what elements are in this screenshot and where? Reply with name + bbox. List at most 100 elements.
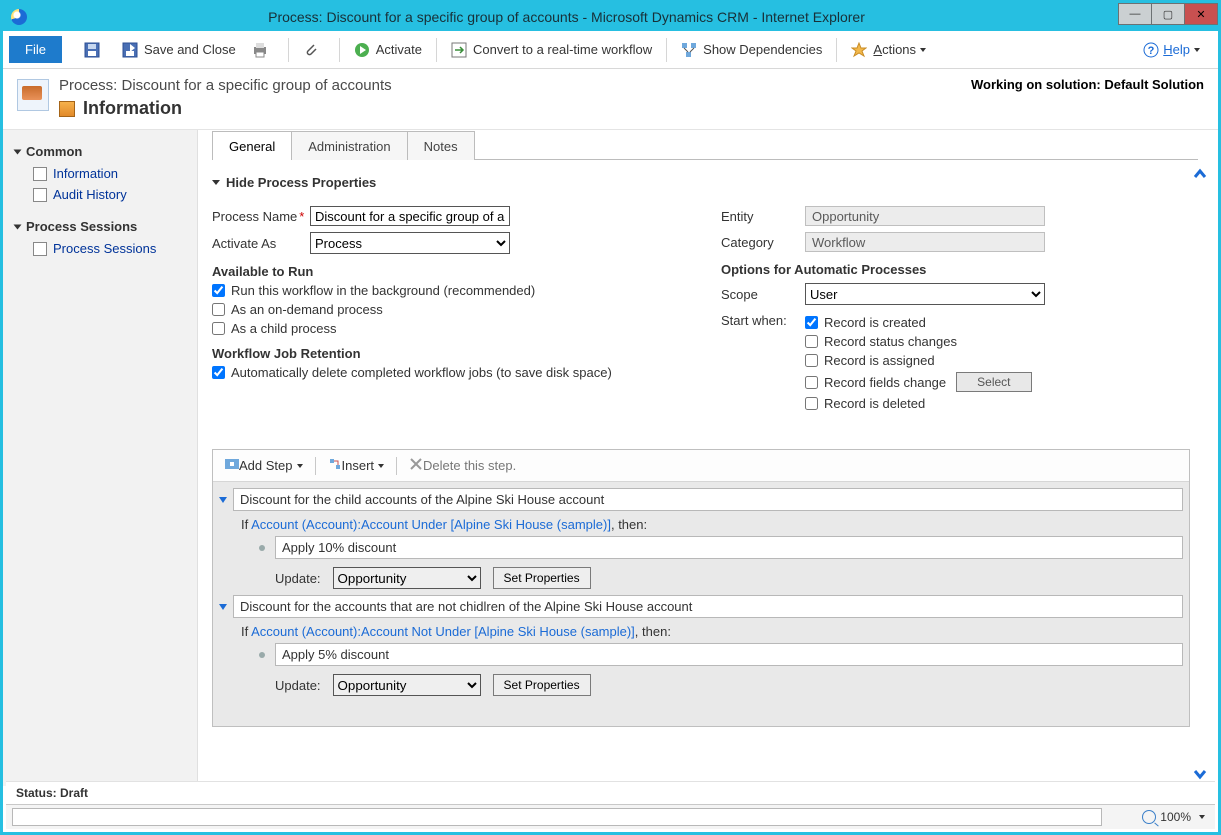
section-toggle-properties[interactable]: Hide Process Properties xyxy=(212,175,1190,190)
chk-status-changes[interactable] xyxy=(805,335,818,348)
condition-2-link[interactable]: Account (Account):Account Not Under [Alp… xyxy=(251,624,635,639)
activate-button[interactable]: Activate xyxy=(346,38,430,62)
chk-record-deleted[interactable] xyxy=(805,397,818,410)
set-properties-2-button[interactable]: Set Properties xyxy=(493,674,591,696)
stage-2-title[interactable]: Discount for the accounts that are not c… xyxy=(233,595,1183,618)
chevron-down-icon xyxy=(378,464,384,468)
action-2-input[interactable]: Apply 5% discount xyxy=(275,643,1183,666)
row-scope: Scope User xyxy=(721,283,1190,305)
steps-panel: Add Step Insert xyxy=(212,449,1190,727)
print-button[interactable] xyxy=(244,38,282,62)
update-1-label: Update: xyxy=(275,571,321,586)
tab-general[interactable]: General xyxy=(212,131,292,160)
row-process-name: Process Name* xyxy=(212,206,681,226)
chk-autodelete[interactable] xyxy=(212,366,225,379)
chk-fields-change[interactable] xyxy=(805,376,818,389)
convert-label: Convert to a real-time workflow xyxy=(473,42,652,57)
update-2-select[interactable]: Opportunity xyxy=(333,674,481,696)
bullet-icon xyxy=(259,652,265,658)
steps-toolbar: Add Step Insert xyxy=(213,450,1189,482)
toolbar-separator xyxy=(436,38,437,62)
process-icon xyxy=(17,79,49,111)
sidebar-item-information[interactable]: Information xyxy=(11,163,189,184)
stage-1-title[interactable]: Discount for the child accounts of the A… xyxy=(233,488,1183,511)
window-controls: — ▢ ✕ xyxy=(1119,3,1218,25)
activate-as-select[interactable]: Process xyxy=(310,232,510,254)
scope-select[interactable]: User xyxy=(805,283,1045,305)
delete-step-button[interactable]: Delete this step. xyxy=(403,455,522,476)
file-menu[interactable]: File xyxy=(9,36,62,63)
convert-icon xyxy=(451,42,467,58)
doc-icon xyxy=(33,188,47,202)
activate-icon xyxy=(354,42,370,58)
actions-menu[interactable]: Actions xyxy=(843,38,934,62)
ie-bottom-bar: 100% xyxy=(6,804,1215,829)
print-icon xyxy=(252,42,268,58)
save-button[interactable] xyxy=(76,38,114,62)
stage-1-header[interactable]: Discount for the child accounts of the A… xyxy=(219,488,1183,511)
save-and-close-button[interactable]: Save and Close xyxy=(114,38,244,62)
address-bar[interactable] xyxy=(12,808,1102,826)
stage-2: Discount for the accounts that are not c… xyxy=(219,595,1183,696)
sidebar-section-sessions[interactable]: Process Sessions xyxy=(15,219,189,234)
stage-2-header[interactable]: Discount for the accounts that are not c… xyxy=(219,595,1183,618)
dependencies-icon xyxy=(681,42,697,58)
scroll-down-button[interactable] xyxy=(1192,766,1208,782)
add-step-label: Add Step xyxy=(239,458,293,473)
sidebar-sessions-hdr-label: Process Sessions xyxy=(26,219,137,234)
maximize-button[interactable]: ▢ xyxy=(1151,3,1185,25)
form-pane: Hide Process Properties Process Name* Ac… xyxy=(212,161,1190,786)
actions-icon xyxy=(851,42,867,58)
grid-icon xyxy=(33,242,47,256)
chk-child[interactable] xyxy=(212,322,225,335)
delete-icon xyxy=(409,457,423,474)
tab-notes[interactable]: Notes xyxy=(407,131,475,160)
chk-record-assigned[interactable] xyxy=(805,354,818,367)
ie-icon xyxy=(11,9,27,25)
select-fields-button[interactable]: Select xyxy=(956,372,1031,392)
sidebar-item-sessions[interactable]: Process Sessions xyxy=(11,238,189,259)
help-link[interactable]: ? Help xyxy=(1143,42,1200,58)
tab-administration[interactable]: Administration xyxy=(291,131,407,160)
minimize-button[interactable]: — xyxy=(1118,3,1152,25)
dependencies-button[interactable]: Show Dependencies xyxy=(673,38,830,62)
insert-button[interactable]: Insert xyxy=(322,455,391,476)
save-close-label: Save and Close xyxy=(144,42,236,57)
paperclip-icon xyxy=(303,42,319,58)
chk-autodelete-label: Automatically delete completed workflow … xyxy=(231,365,612,380)
close-button[interactable]: ✕ xyxy=(1184,3,1218,25)
add-step-icon xyxy=(225,457,239,474)
scroll-up-button[interactable] xyxy=(1192,166,1208,182)
process-name-input[interactable] xyxy=(310,206,510,226)
zoom-control[interactable]: 100% xyxy=(1142,810,1205,824)
row-entity: Entity Opportunity xyxy=(721,206,1190,226)
chk-background[interactable] xyxy=(212,284,225,297)
chk-ondemand[interactable] xyxy=(212,303,225,316)
chk-background-label: Run this workflow in the background (rec… xyxy=(231,283,535,298)
set-properties-1-button[interactable]: Set Properties xyxy=(493,567,591,589)
insert-label: Insert xyxy=(342,458,375,473)
svg-text:?: ? xyxy=(1148,45,1155,57)
update-2-row: Update: Opportunity Set Properties xyxy=(275,674,1183,696)
page-title: Information xyxy=(83,98,182,119)
options-header: Options for Automatic Processes xyxy=(721,262,1190,277)
status-label: Status: Draft xyxy=(16,786,88,800)
zoom-value: 100% xyxy=(1160,810,1191,824)
update-1-select[interactable]: Opportunity xyxy=(333,567,481,589)
chk-record-created[interactable] xyxy=(805,316,818,329)
condition-1-link[interactable]: Account (Account):Account Under [Alpine … xyxy=(251,517,611,532)
add-step-button[interactable]: Add Step xyxy=(219,455,309,476)
sidebar-common-label: Common xyxy=(26,144,82,159)
entity-label: Entity xyxy=(721,209,805,224)
sidebar-item-audit[interactable]: Audit History xyxy=(11,184,189,205)
toolbar-separator xyxy=(396,457,397,475)
convert-button[interactable]: Convert to a real-time workflow xyxy=(443,38,660,62)
sidebar: Common Information Audit History Process… xyxy=(3,130,198,786)
action-1-input[interactable]: Apply 10% discount xyxy=(275,536,1183,559)
chk-assigned-label: Record is assigned xyxy=(824,353,935,368)
chk-created-label: Record is created xyxy=(824,315,926,330)
toolbar-separator xyxy=(836,38,837,62)
sidebar-section-common[interactable]: Common xyxy=(15,144,189,159)
attach-button[interactable] xyxy=(295,38,333,62)
condition-1: If Account (Account):Account Under [Alpi… xyxy=(219,511,1183,534)
